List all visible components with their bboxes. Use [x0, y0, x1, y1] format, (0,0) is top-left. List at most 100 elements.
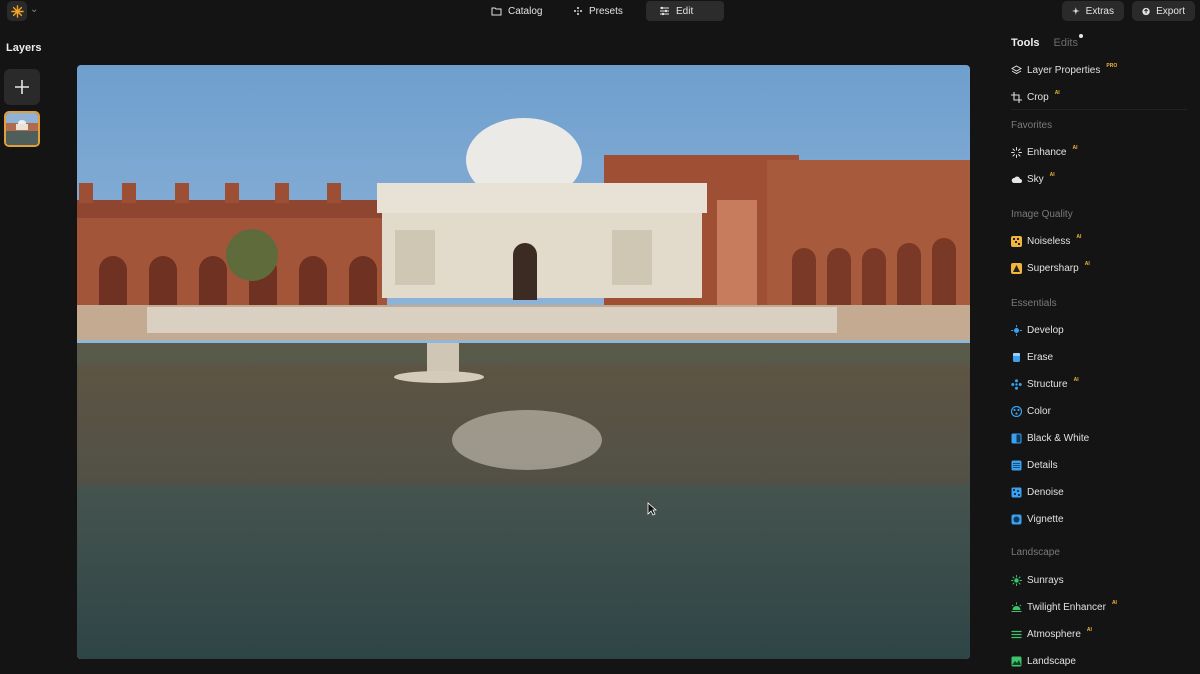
tool-sunrays[interactable]: Sunrays: [1011, 573, 1064, 587]
tool-details[interactable]: Details: [1011, 458, 1058, 472]
tool-erase[interactable]: Erase: [1011, 350, 1053, 364]
export-label: Export: [1156, 5, 1185, 17]
ai-badge: AI: [1073, 377, 1079, 383]
tab-presets-label: Presets: [589, 5, 623, 17]
layers-stack-icon: [1011, 64, 1022, 74]
tool-atmosphere[interactable]: Atmosphere AI: [1011, 627, 1092, 641]
photo-image: [77, 65, 970, 659]
tab-edits-label: Edits: [1053, 37, 1078, 49]
tool-layer-properties[interactable]: Layer Properties PRO: [1011, 63, 1117, 77]
top-bar: ⌄ Catalog Presets Edit Extras Export: [0, 0, 1200, 22]
sliders-icon: [660, 6, 669, 16]
folder-icon: [491, 7, 502, 16]
tool-label: Vignette: [1027, 513, 1064, 525]
cloud-icon: [1011, 176, 1022, 183]
ai-badge: AI: [1054, 90, 1060, 96]
section-landscape: Landscape: [1011, 547, 1060, 558]
crop-icon: [1011, 91, 1022, 103]
panel-divider: [1011, 109, 1187, 110]
tab-catalog-label: Catalog: [508, 5, 543, 17]
sunrays-icon: [1011, 574, 1022, 586]
vignette-icon: [1011, 514, 1022, 524]
tool-sky[interactable]: Sky AI: [1011, 172, 1055, 186]
tool-denoise[interactable]: Denoise: [1011, 485, 1064, 499]
atmosphere-icon: [1011, 630, 1022, 638]
tab-tools[interactable]: Tools: [1011, 37, 1040, 49]
sparkle-icon: [574, 7, 582, 15]
extras-button[interactable]: Extras: [1062, 1, 1124, 21]
landscape-icon: [1011, 656, 1022, 666]
tool-label: Denoise: [1027, 486, 1064, 498]
tool-label: Noiseless: [1027, 235, 1071, 247]
tool-label: Structure: [1027, 378, 1068, 390]
layers-title: Layers: [6, 42, 42, 54]
add-layer-button[interactable]: [4, 69, 40, 105]
mouse-pointer-icon: [647, 502, 657, 516]
tool-noiseless[interactable]: Noiseless AI: [1011, 234, 1081, 248]
tool-label: Twilight Enhancer: [1027, 601, 1106, 613]
enhance-sparkle-icon: [1011, 146, 1022, 158]
tool-label: Supersharp: [1027, 262, 1079, 274]
tab-presets[interactable]: Presets: [560, 1, 644, 21]
tool-twilight-enhancer[interactable]: Twilight Enhancer AI: [1011, 600, 1117, 614]
layer-thumbnail-image: [6, 113, 38, 145]
plus-icon: [15, 80, 29, 94]
ai-badge: AI: [1072, 145, 1078, 151]
mode-tabs: Catalog Presets Edit: [478, 1, 724, 21]
ai-badge: AI: [1084, 261, 1090, 267]
supersharp-icon: [1011, 262, 1022, 274]
tool-label: Crop: [1027, 91, 1049, 103]
structure-icon: [1011, 378, 1022, 390]
export-button[interactable]: Export: [1132, 1, 1195, 21]
tab-edit[interactable]: Edit: [646, 1, 724, 21]
chevron-down-icon[interactable]: ⌄: [30, 4, 38, 15]
tool-develop[interactable]: Develop: [1011, 323, 1064, 337]
tool-label: Landscape: [1027, 655, 1076, 667]
app-logo[interactable]: [7, 1, 27, 21]
sun-logo-icon: [10, 4, 24, 18]
ai-badge: AI: [1111, 600, 1117, 606]
tool-vignette[interactable]: Vignette: [1011, 512, 1064, 526]
details-icon: [1011, 460, 1022, 470]
tool-label: Details: [1027, 459, 1058, 471]
tool-label: Sky: [1027, 173, 1044, 185]
tool-landscape[interactable]: Landscape: [1011, 654, 1076, 668]
panel-tabs: Tools Edits: [1011, 34, 1083, 49]
denoise-icon: [1011, 487, 1022, 497]
tools-panel: Tools Edits Layer Properties PRO Crop AI F…: [1004, 34, 1194, 674]
twilight-icon: [1011, 602, 1022, 612]
layer-thumbnail[interactable]: [4, 111, 40, 147]
section-image-quality: Image Quality: [1011, 209, 1073, 220]
tool-label: Layer Properties: [1027, 64, 1101, 76]
tool-label: Develop: [1027, 324, 1064, 336]
eraser-icon: [1013, 352, 1020, 362]
tab-edits[interactable]: Edits: [1053, 34, 1083, 49]
tab-catalog[interactable]: Catalog: [478, 1, 558, 21]
noiseless-icon: [1011, 235, 1022, 247]
pro-badge: PRO: [1106, 63, 1118, 69]
edits-indicator-dot: [1078, 34, 1083, 38]
tool-crop[interactable]: Crop AI: [1011, 90, 1060, 104]
tool-label: Color: [1027, 405, 1051, 417]
tool-label: Enhance: [1027, 146, 1067, 158]
upload-icon: [1142, 7, 1150, 15]
sun-icon: [1011, 324, 1022, 336]
tab-edit-label: Edit: [676, 5, 694, 17]
section-essentials: Essentials: [1011, 298, 1057, 309]
black-white-icon: [1011, 433, 1022, 443]
tool-label: Atmosphere: [1027, 628, 1081, 640]
tool-supersharp[interactable]: Supersharp AI: [1011, 261, 1090, 275]
ai-badge: AI: [1086, 627, 1092, 633]
tool-label: Sunrays: [1027, 574, 1064, 586]
tool-label: Black & White: [1027, 432, 1090, 444]
color-palette-icon: [1011, 405, 1022, 417]
ai-badge: AI: [1076, 234, 1082, 240]
tool-enhance[interactable]: Enhance AI: [1011, 145, 1077, 159]
extras-label: Extras: [1085, 5, 1114, 17]
ai-badge: AI: [1049, 172, 1055, 178]
tool-color[interactable]: Color: [1011, 404, 1051, 418]
tool-label: Erase: [1027, 351, 1054, 363]
tool-structure[interactable]: Structure AI: [1011, 377, 1079, 391]
tool-black-white[interactable]: Black & White: [1011, 431, 1089, 445]
photo-canvas[interactable]: [77, 65, 970, 659]
